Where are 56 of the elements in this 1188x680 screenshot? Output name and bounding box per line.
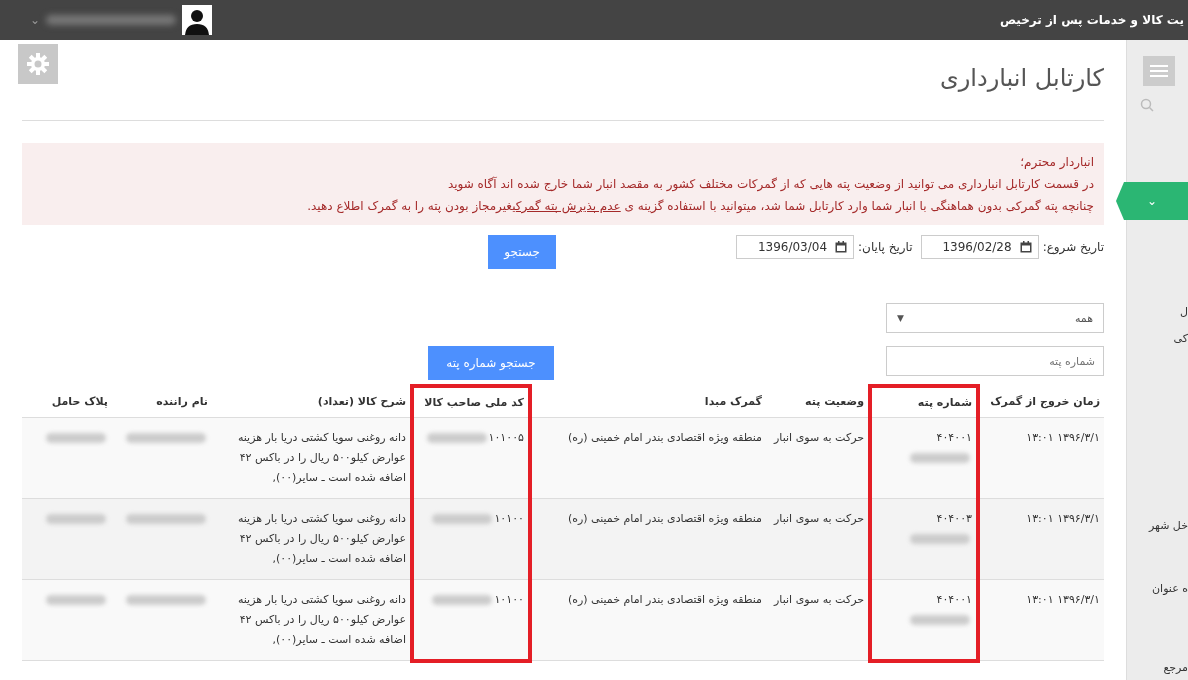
redacted-text — [46, 595, 106, 605]
redacted-text — [46, 514, 106, 524]
owner-code-cell: ۱۰۱۰۰ — [494, 593, 524, 606]
exit-time-cell: ۱۳۹۶/۳/۱ ۱۳:۰۱ — [1026, 512, 1100, 525]
end-date-label: تاریخ پایان: — [858, 240, 913, 254]
status-select[interactable]: همه ▼ — [886, 303, 1104, 333]
column-header[interactable]: زمان خروج از گمرک — [990, 395, 1100, 408]
column-header[interactable]: شرح کالا (تعداد) — [317, 395, 406, 408]
waybill-number-field[interactable]: شماره پته — [886, 346, 1104, 376]
waybill-number-cell: ۴۰۴۰۰۳ — [936, 512, 972, 525]
exit-time-cell: ۱۳۹۶/۳/۱ ۱۳:۰۱ — [1026, 593, 1100, 606]
settings-icon — [26, 52, 50, 76]
notice-text: در قسمت کارتابل انبارداری می توانید از وضعیت پته هایی که از گمرکات مختلف کشور به مقصد انبار شما خارج شده اند آگاه شوید — [446, 175, 1094, 194]
user-avatar-icon[interactable] — [182, 5, 213, 35]
sidebar-item[interactable]: خل شهر — [1149, 519, 1188, 532]
owner-code-cell: ۱۰۱۰۰۵ — [488, 431, 524, 444]
redacted-text — [910, 534, 970, 544]
redacted-text — [432, 595, 493, 605]
redacted-text — [910, 615, 970, 625]
calendar-icon[interactable] — [1019, 241, 1032, 253]
waybill-number-cell: ۴۰۴۰۰۱ — [936, 431, 972, 444]
column-header[interactable]: نام راننده — [156, 395, 208, 408]
sidebar-item[interactable]: ه عنوان — [1152, 582, 1188, 595]
app-title: یت کالا و خدمات پس از ترخیص — [999, 13, 1184, 27]
redacted-text — [432, 514, 493, 524]
redacted-text — [426, 433, 487, 443]
menu-icon — [1150, 64, 1168, 78]
column-header[interactable]: پلاک حامل — [51, 395, 108, 408]
redacted-text — [910, 453, 970, 463]
calendar-icon[interactable] — [835, 241, 848, 253]
notice-instruction: چنانچه پته گمرکی بدون هماهنگی با انبار شما وارد کارتابل شما شد، میتوانید با استفاده گزینه ی عدم پذیرش پته گمرکیغیرمجاز بودن پته را به گمرک اطلاع دهید. — [306, 198, 1094, 216]
goods-description-cell: دانه روغنی سویا کشتی دریا بار هزینه عوارض کیلو۵۰۰ ریال را در باکس ۴۲ اضافه شده است ـ سایر(۰۰), — [237, 431, 406, 484]
exit-time-cell: ۱۳۹۶/۳/۱ ۱۳:۰۱ — [1026, 431, 1100, 444]
owner-code-cell: ۱۰۱۰۰ — [494, 512, 524, 525]
goods-description-cell: دانه روغنی سویا کشتی دریا بار هزینه عوارض کیلو۵۰۰ ریال را در باکس ۴۲ اضافه شده است ـ سایر(۰۰), — [237, 593, 406, 646]
page-title: کارتابل انبارداری — [939, 64, 1104, 92]
sidebar-item[interactable]: ل — [1180, 305, 1188, 318]
start-date-label: تاریخ شروع: — [1042, 240, 1104, 254]
origin-customs-cell: منطقه ویژه اقتصادی بندر امام خمینی (ره) — [567, 431, 762, 444]
sidebar-item[interactable]: کی — [1173, 332, 1188, 345]
column-header[interactable]: وضعیت پته — [805, 395, 864, 408]
origin-customs-cell: منطقه ویژه اقتصادی بندر امام خمینی (ره) — [567, 593, 762, 606]
waybill-number-cell: ۴۰۴۰۰۱ — [936, 593, 972, 606]
status-cell: حرکت به سوی انبار — [774, 431, 864, 444]
notice-greeting: انباردار محترم؛ — [1019, 154, 1094, 172]
status-cell: حرکت به سوی انبار — [774, 593, 864, 606]
column-header[interactable]: گمرک مبدا — [704, 395, 762, 408]
redacted-text — [46, 433, 106, 443]
status-cell: حرکت به سوی انبار — [774, 512, 864, 525]
goods-description-cell: دانه روغنی سویا کشتی دریا بار هزینه عوارض کیلو۵۰۰ ریال را در باکس ۴۲ اضافه شده است ـ سایر(۰۰), — [237, 512, 406, 565]
sidebar-item[interactable]: مرجع — [1163, 661, 1188, 674]
end-date-field[interactable]: 1396/03/04 — [736, 235, 855, 259]
origin-customs-cell: منطقه ویژه اقتصادی بندر امام خمینی (ره) — [567, 512, 762, 525]
start-date-field[interactable]: 1396/02/28 — [920, 235, 1039, 259]
user-menu-caret[interactable]: ⌄ — [30, 13, 41, 27]
reject-waybill-link[interactable]: عدم پذیرش پته گمرکی — [512, 199, 621, 213]
